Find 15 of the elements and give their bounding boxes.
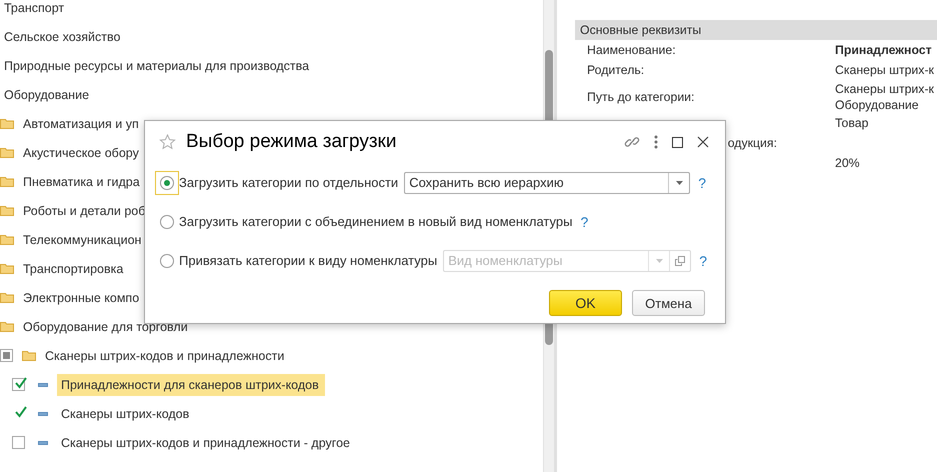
field-value: Принадлежност — [835, 42, 933, 58]
field-value: 20% — [835, 155, 861, 171]
field-value: Сканеры штрих-к — [835, 62, 935, 78]
field-value: Оборудование — [835, 96, 920, 112]
field-label: Наименование: — [587, 43, 677, 57]
dialog-title: Выбор режима загрузки — [186, 131, 398, 153]
field-value: Товар — [835, 115, 870, 131]
option-label: Загрузить категории по отдельности — [179, 175, 398, 190]
field-value: Сканеры штрих-к — [835, 80, 935, 96]
field-label: Родитель: — [587, 63, 646, 77]
option-label: Загрузить категории с объединением в новый вид номенклатуры — [179, 214, 572, 229]
option-label: Привязать категории к виду номенклатуры — [179, 253, 438, 268]
field-label: одукция: — [728, 136, 778, 150]
section-header: Основные реквизиты — [575, 20, 937, 40]
field-label: Путь до категории: — [587, 90, 696, 104]
